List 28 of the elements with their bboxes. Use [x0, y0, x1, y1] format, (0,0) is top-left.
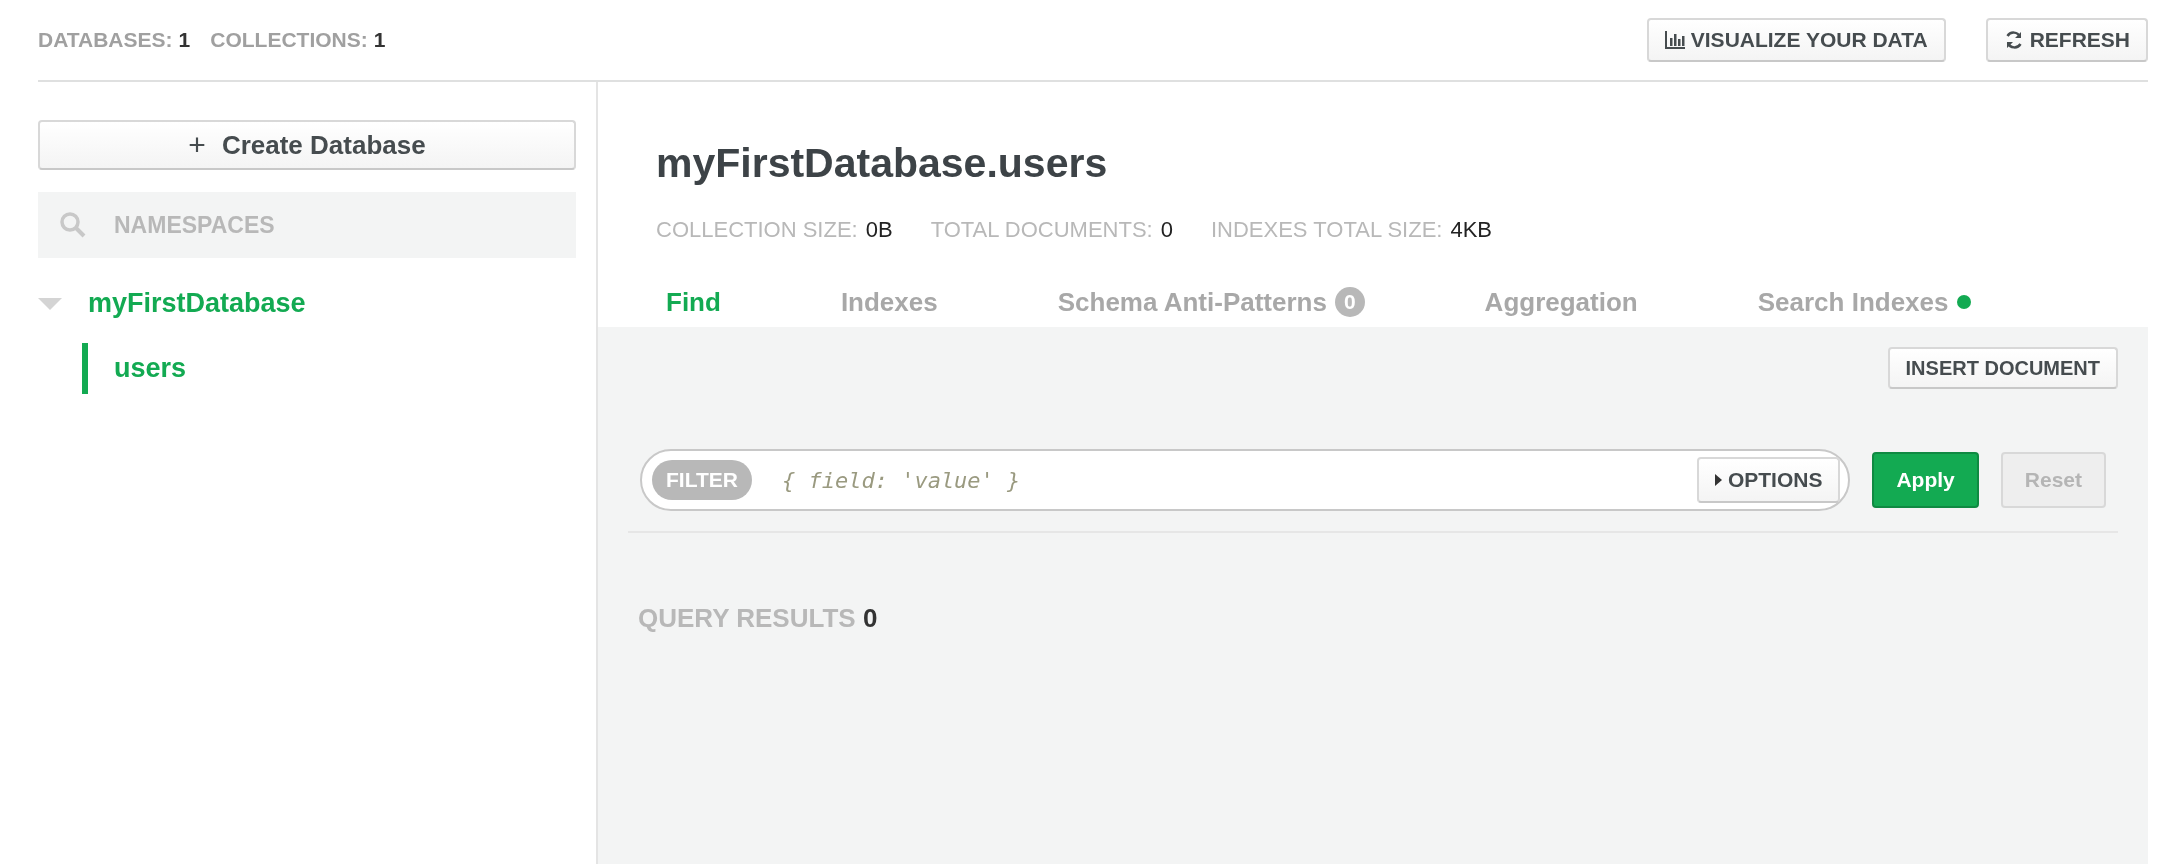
tab[interactable]: Aggregation: [1474, 286, 1648, 318]
tab[interactable]: Find: [656, 286, 731, 318]
tab[interactable]: Search Indexes: [1747, 286, 1981, 318]
namespace-search-field[interactable]: NAMESPACES: [38, 192, 576, 258]
insert-document-button[interactable]: INSERT DOCUMENT: [1887, 347, 2118, 389]
count-badge: 0: [1334, 287, 1365, 317]
collection-stat: COLLECTION SIZE: 0B: [656, 217, 893, 243]
refresh-button[interactable]: REFRESH: [1985, 18, 2148, 62]
stat-label: DATABASES: 1: [38, 28, 191, 52]
create-database-button[interactable]: + Create Database: [38, 120, 576, 170]
chart-button[interactable]: VISUALIZE YOUR DATA: [1646, 18, 1946, 62]
tab[interactable]: Schema Anti-Patterns 0: [1047, 286, 1375, 318]
collection-stat: INDEXES TOTAL SIZE: 4KB: [1210, 217, 1493, 243]
caret-icon: [1714, 474, 1722, 486]
search-icon: [60, 212, 86, 238]
collection-title: myFirstDatabase.users: [656, 140, 1109, 187]
filter-field[interactable]: FILTER { field: 'value' } OPTIONS: [640, 449, 1851, 511]
collection-stat: TOTAL DOCUMENTS: 0: [930, 217, 1173, 243]
filter-label: FILTER: [652, 460, 752, 500]
apply-button[interactable]: Apply: [1872, 452, 1979, 508]
options-button[interactable]: OPTIONS: [1696, 457, 1841, 503]
tab[interactable]: Indexes: [830, 286, 948, 318]
database-item[interactable]: myFirstDatabase: [38, 288, 576, 319]
bar-chart-icon: [1664, 31, 1685, 49]
collection-item[interactable]: users: [82, 343, 187, 394]
caret-icon[interactable]: [38, 297, 62, 310]
stat-label: COLLECTIONS: 1: [210, 28, 386, 52]
query-results-label: QUERY RESULTS 0: [637, 603, 879, 634]
